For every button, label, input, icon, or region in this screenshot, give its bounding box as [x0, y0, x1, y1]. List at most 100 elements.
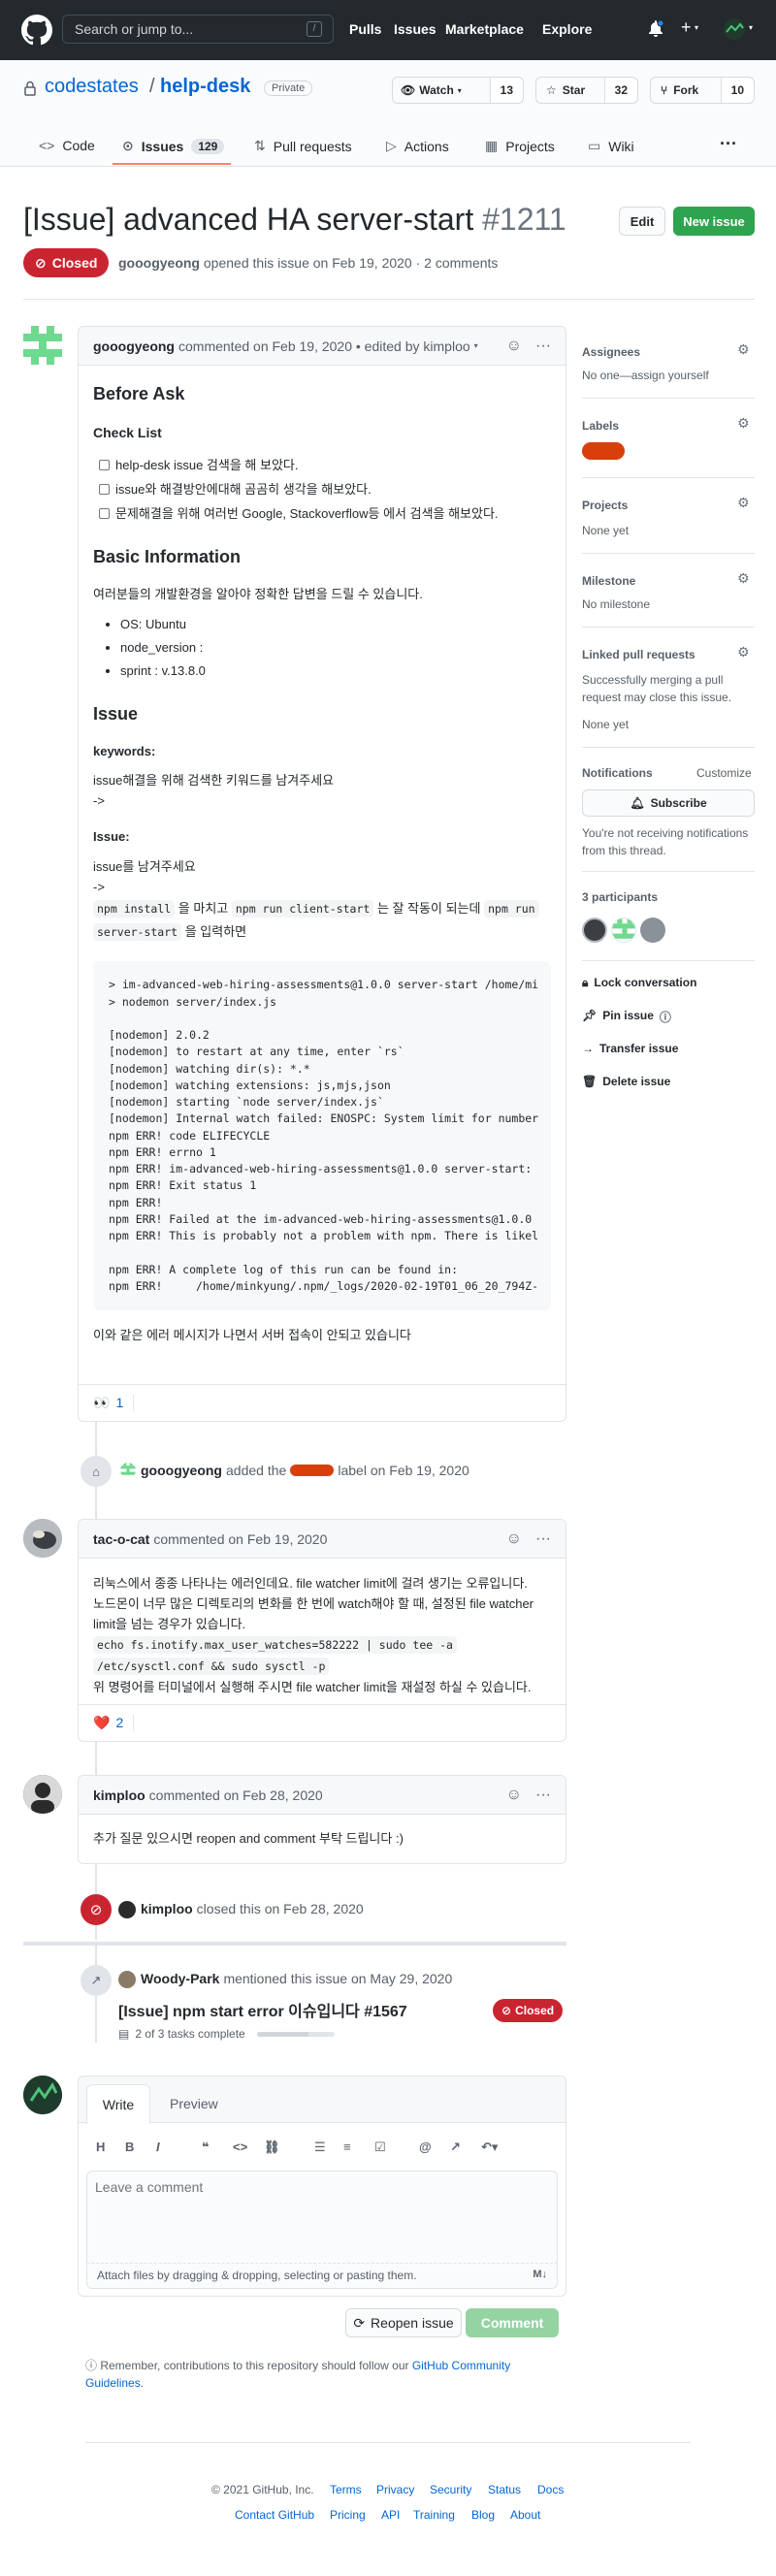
attach-bar[interactable]: Attach files by dragging & dropping, sel…: [86, 2264, 558, 2289]
avatar[interactable]: [23, 2076, 62, 2114]
heading-icon[interactable]: H: [96, 2140, 105, 2154]
reaction-heart[interactable]: ❤️ 2: [93, 1715, 135, 1731]
tab-issues[interactable]: ⊙ Issues 129: [122, 138, 225, 154]
author-link[interactable]: gooogyeong: [93, 338, 175, 354]
link-icon[interactable]: ⛓: [264, 2140, 280, 2155]
avatar[interactable]: [724, 18, 745, 40]
comment-button[interactable]: Comment: [466, 2308, 559, 2337]
label-pill[interactable]: server: [582, 442, 625, 460]
participant-avatar[interactable]: [582, 918, 607, 943]
linked-prs-heading[interactable]: Linked pull requests: [582, 648, 695, 661]
watch-button[interactable]: 👁 Watch ▾ 13: [392, 77, 524, 104]
reaction-eyes[interactable]: 👀 1: [93, 1395, 135, 1411]
comment-meta[interactable]: commented on Feb 28, 2020: [149, 1787, 323, 1803]
lock-conversation-link[interactable]: 🔒︎ Lock conversation: [582, 976, 696, 990]
code-icon[interactable]: <>: [233, 2140, 247, 2154]
reopen-issue-button[interactable]: ⟳ Reopen issue: [345, 2308, 462, 2337]
star-count[interactable]: 32: [603, 78, 637, 103]
mention-icon[interactable]: @: [419, 2140, 432, 2154]
referenced-issue-title[interactable]: [Issue] npm start error 이슈입니다 #1567: [118, 1998, 407, 2021]
more-tabs-button[interactable]: ···: [720, 134, 737, 154]
nav-marketplace[interactable]: Marketplace: [445, 21, 524, 37]
avatar[interactable]: [23, 1775, 62, 1814]
star-button[interactable]: ☆ Star 32: [535, 77, 638, 104]
author-link[interactable]: tac-o-cat: [93, 1531, 149, 1547]
gear-icon[interactable]: ⚙: [737, 415, 750, 432]
tab-code[interactable]: <> Code: [39, 138, 95, 153]
footer-link-terms[interactable]: Terms: [330, 2483, 362, 2496]
footer-link-pricing[interactable]: Pricing: [330, 2508, 366, 2522]
quote-icon[interactable]: ❝: [202, 2140, 210, 2155]
customize-link[interactable]: Customize: [696, 766, 752, 780]
transfer-issue-link[interactable]: → Transfer issue: [582, 1042, 678, 1055]
smiley-icon[interactable]: ☺: [506, 338, 522, 355]
task-list-icon[interactable]: ☑: [374, 2140, 386, 2155]
delete-issue-link[interactable]: 🗑︎ Delete issue: [582, 1075, 670, 1088]
numbered-list-icon[interactable]: ≡: [343, 2140, 351, 2154]
tab-pull-requests[interactable]: ⇅ Pull requests: [254, 138, 352, 154]
assignees-heading[interactable]: Assignees: [582, 345, 640, 359]
footer-link-blog[interactable]: Blog: [471, 2508, 495, 2522]
gear-icon[interactable]: ⚙: [737, 341, 750, 358]
footer-link-security[interactable]: Security: [430, 2483, 471, 2496]
footer-link-status[interactable]: Status: [488, 2483, 521, 2496]
footer-link-api[interactable]: API: [381, 2508, 400, 2522]
label-pill[interactable]: server: [290, 1465, 335, 1476]
footer-link-about[interactable]: About: [510, 2508, 540, 2522]
watch-count[interactable]: 13: [489, 78, 523, 103]
comment-meta[interactable]: commented on Feb 19, 2020 • edited by ki…: [178, 338, 470, 354]
checkbox[interactable]: [99, 484, 110, 496]
smiley-icon[interactable]: ☺: [506, 1787, 522, 1804]
reply-icon[interactable]: ↶▾: [481, 2140, 498, 2155]
kebab-icon[interactable]: ···: [535, 338, 551, 355]
new-issue-button[interactable]: New issue: [673, 207, 755, 236]
checkbox[interactable]: [99, 460, 110, 471]
subscribe-button[interactable]: 🔔︎ Subscribe: [582, 789, 755, 817]
edit-title-button[interactable]: Edit: [619, 207, 665, 236]
avatar[interactable]: [23, 326, 62, 365]
comment-meta[interactable]: commented on Feb 19, 2020: [153, 1531, 327, 1547]
fork-count[interactable]: 10: [720, 78, 754, 103]
pin-issue-link[interactable]: 📌︎ Pin issue ⓘ: [582, 1009, 671, 1025]
footer-link-docs[interactable]: Docs: [537, 2483, 564, 2496]
tab-wiki[interactable]: ▭ Wiki: [588, 138, 634, 154]
footer-link-training[interactable]: Training: [413, 2508, 455, 2522]
actor-link[interactable]: Woody-Park: [141, 1971, 219, 1986]
smiley-icon[interactable]: ☺: [506, 1530, 522, 1548]
repo-name-link[interactable]: help-desk: [160, 76, 250, 98]
participant-avatar[interactable]: [611, 918, 636, 943]
nav-pulls[interactable]: Pulls: [349, 21, 381, 37]
info-icon[interactable]: ⓘ: [660, 1009, 671, 1025]
tab-projects[interactable]: ▦ Projects: [485, 138, 555, 154]
avatar[interactable]: [120, 1463, 136, 1478]
gear-icon[interactable]: ⚙: [737, 495, 750, 511]
nav-explore[interactable]: Explore: [542, 21, 592, 37]
tab-preview[interactable]: Preview: [170, 2096, 218, 2111]
milestone-heading[interactable]: Milestone: [582, 574, 635, 588]
plus-icon[interactable]: +: [681, 17, 692, 38]
repo-owner-link[interactable]: codestates: [45, 76, 139, 98]
opener-link[interactable]: gooogyeong: [118, 255, 200, 271]
actor-link[interactable]: kimploo: [141, 1901, 193, 1916]
italic-icon[interactable]: I: [156, 2140, 160, 2154]
kebab-icon[interactable]: ···: [535, 1530, 551, 1548]
search-input[interactable]: [62, 15, 334, 44]
cross-reference-icon[interactable]: ↗: [450, 2140, 461, 2155]
nav-issues[interactable]: Issues: [394, 21, 436, 37]
fork-button[interactable]: ⑂ Fork 10: [650, 77, 755, 104]
github-logo-icon[interactable]: [21, 15, 52, 46]
author-link[interactable]: kimploo: [93, 1787, 146, 1803]
gear-icon[interactable]: ⚙: [737, 644, 750, 660]
footer-link-privacy[interactable]: Privacy: [376, 2483, 414, 2496]
avatar[interactable]: [118, 1971, 136, 1988]
bell-icon[interactable]: [648, 20, 663, 38]
bulleted-list-icon[interactable]: ☰: [314, 2140, 326, 2155]
projects-heading[interactable]: Projects: [582, 499, 628, 512]
footer-link-contact[interactable]: Contact GitHub: [235, 2508, 314, 2522]
guidelines-link[interactable]: Guidelines: [85, 2376, 141, 2390]
gear-icon[interactable]: ⚙: [737, 570, 750, 587]
labels-heading[interactable]: Labels: [582, 419, 619, 433]
comment-textarea[interactable]: [86, 2171, 558, 2264]
avatar[interactable]: [118, 1901, 136, 1918]
tab-actions[interactable]: ▷ Actions: [386, 138, 449, 154]
